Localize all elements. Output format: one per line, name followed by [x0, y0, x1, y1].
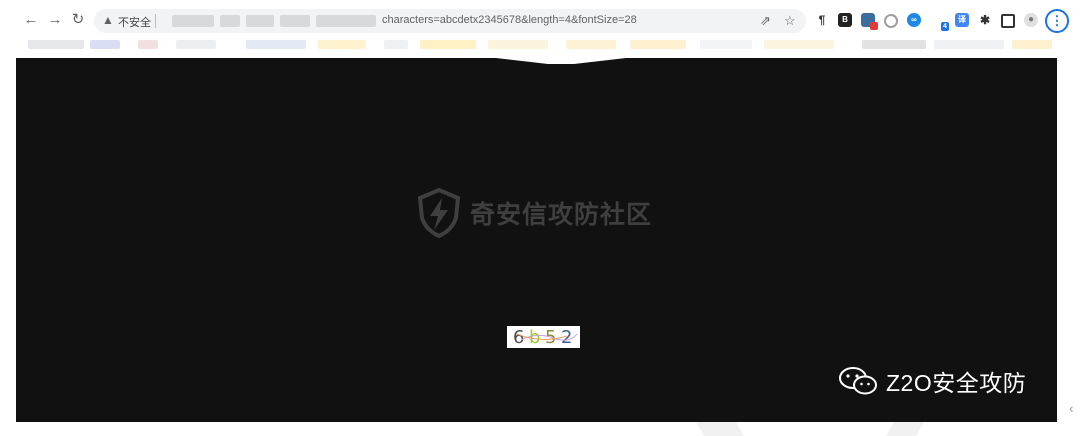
brand-text: Z2O安全攻防: [886, 370, 1027, 396]
url-redacted-block: [220, 15, 240, 27]
security-label: 不安全: [118, 17, 151, 29]
profile-avatar-icon[interactable]: ●: [1024, 13, 1038, 27]
more-menu-icon[interactable]: ⋮: [1045, 9, 1069, 33]
bookmark-item[interactable]: [700, 40, 752, 49]
share-icon[interactable]: ⇗: [760, 13, 771, 29]
url-redacted-block: [172, 15, 214, 27]
lightning-shield-icon: [417, 188, 461, 238]
url-text: characters=abcdetx2345678&length=4&fontS…: [382, 14, 637, 26]
bookmark-item[interactable]: [384, 40, 408, 49]
bookmark-item[interactable]: [90, 40, 120, 49]
puzzle-badge-extension-icon[interactable]: 4: [932, 13, 949, 31]
watermark-text: 奇安信攻防社区: [470, 201, 653, 229]
paragraph-extension-icon[interactable]: ¶: [815, 13, 829, 27]
bookmark-item[interactable]: [862, 40, 926, 49]
warning-icon: ▲: [102, 13, 114, 27]
circle-extension-icon[interactable]: [884, 14, 898, 28]
url-redacted-block: [280, 15, 310, 27]
forward-arrow-icon[interactable]: →: [46, 11, 64, 29]
infinity-extension-icon[interactable]: ∞: [907, 13, 921, 27]
background-stroke: [695, 422, 745, 436]
bookmark-item[interactable]: [420, 40, 476, 49]
bookmark-item[interactable]: [488, 40, 548, 49]
captcha-image: 6 b 5 2: [507, 326, 580, 348]
grid-extension-icon[interactable]: [861, 13, 878, 30]
page-viewport: 奇安信攻防社区 6 b 5 2 Z2O安全攻防: [16, 58, 1057, 422]
background-stroke: [885, 422, 925, 436]
bookmark-item[interactable]: [246, 40, 306, 49]
bookmark-item[interactable]: [566, 40, 616, 49]
side-panel-icon[interactable]: [1001, 14, 1015, 28]
url-separator: [155, 14, 156, 28]
back-arrow-icon[interactable]: ←: [22, 11, 40, 29]
address-bar[interactable]: ▲ 不安全 characters=abcdetx2345678&length=4…: [94, 9, 806, 33]
bookmark-item[interactable]: [934, 40, 1004, 49]
watermark: 奇安信攻防社区: [416, 188, 652, 238]
bookmarks-bar: [0, 36, 1080, 58]
box-extension-icon[interactable]: B: [838, 13, 852, 27]
url-redacted-block: [246, 15, 274, 27]
extension-badge: 4: [941, 22, 949, 31]
wechat-icon: [839, 367, 877, 395]
bookmark-item[interactable]: [176, 40, 216, 49]
browser-toolbar: ← → ↻ ▲ 不安全 characters=abcdetx2345678&le…: [0, 0, 1080, 40]
bookmark-item[interactable]: [1012, 40, 1052, 49]
translate-extension-icon[interactable]: 译: [955, 13, 969, 27]
bookmark-item[interactable]: [28, 40, 84, 49]
extensions-puzzle-icon[interactable]: ✱: [978, 13, 992, 27]
bookmark-item[interactable]: [764, 40, 834, 49]
brand-logo: Z2O安全攻防: [838, 364, 1026, 398]
top-decoration: [496, 58, 626, 64]
captcha-noise-lines: [516, 333, 578, 341]
bookmark-star-icon[interactable]: ☆: [784, 13, 796, 29]
reload-icon[interactable]: ↻: [69, 11, 87, 29]
bookmark-item[interactable]: [138, 40, 158, 49]
bookmark-item[interactable]: [318, 40, 366, 49]
url-redacted-block: [316, 15, 376, 27]
chevron-left-icon[interactable]: ‹: [1069, 400, 1074, 416]
bookmark-item[interactable]: [630, 40, 686, 49]
